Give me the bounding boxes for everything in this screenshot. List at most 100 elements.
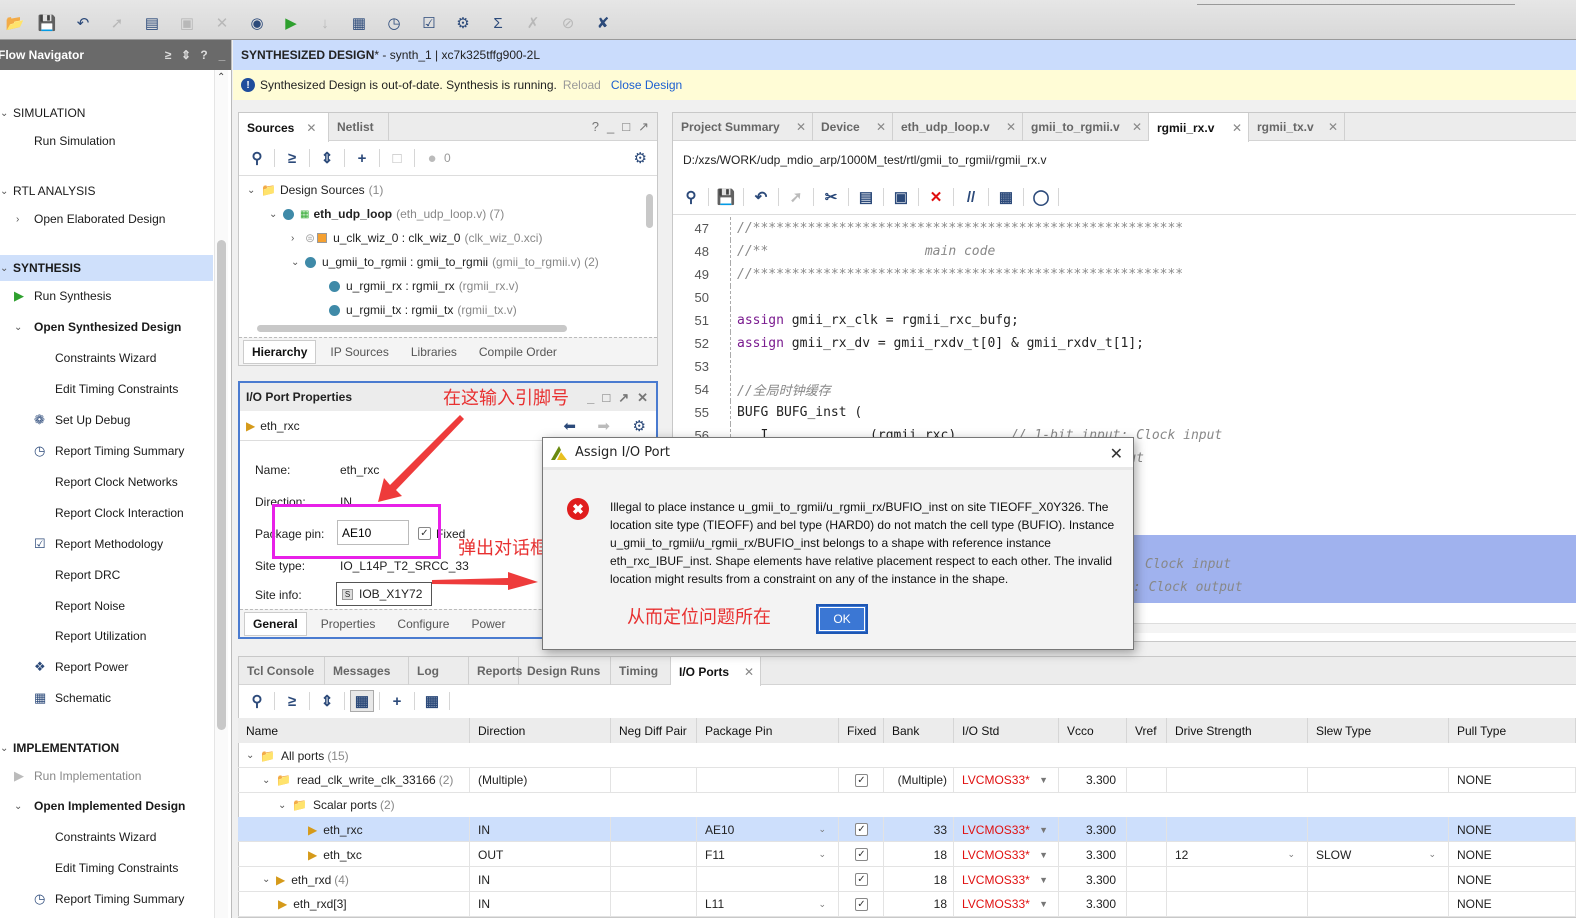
minimize-icon[interactable]: _ [607, 119, 614, 135]
paste-icon[interactable]: ▣ [889, 186, 913, 208]
table-row[interactable]: ⌄ 📁 Scalar ports (2) [238, 793, 1576, 818]
collapse-all-icon[interactable]: ≥ [159, 48, 177, 62]
collapse-all-icon[interactable]: ≥ [280, 690, 304, 712]
tree-node-design-sources[interactable]: ⌄ 📁 Design Sources (1) [247, 178, 383, 202]
tree-hscrollbar[interactable] [243, 323, 643, 335]
chevron-down-icon[interactable]: ⌄ [818, 849, 826, 860]
table-cell[interactable] [1167, 817, 1308, 843]
tab-gmii-to-rgmii-v[interactable]: gmii_to_rgmii.v ✕ [1023, 113, 1149, 141]
tab-configure[interactable]: Configure [389, 613, 457, 635]
column-header[interactable]: Pull Type [1449, 718, 1576, 743]
code-line[interactable]: 53 [673, 355, 1576, 378]
fold-gutter[interactable] [709, 401, 731, 424]
forward-icon[interactable]: ➡ [597, 417, 610, 435]
tab-device[interactable]: Device ✕ [813, 113, 893, 141]
tree-node-clk-wiz[interactable]: › ⊜ u_clk_wiz_0 : clk_wiz_0 (clk_wiz_0.xci) [291, 226, 542, 250]
sigma-icon[interactable]: Σ [487, 12, 509, 34]
column-header[interactable]: Direction [470, 718, 611, 743]
chevron-icon[interactable]: ⌄ [0, 263, 8, 274]
save-icon[interactable]: 💾 [714, 186, 738, 208]
flow-item-run-implementation[interactable]: ▶ Run Implementation [0, 763, 213, 789]
column-header[interactable]: Fixed [839, 718, 884, 743]
tab-messages[interactable]: Messages [325, 657, 409, 685]
float-icon[interactable]: ↗ [638, 119, 649, 135]
schematic-icon[interactable]: ▦ [420, 690, 444, 712]
expand-all-icon[interactable]: ⇕ [315, 690, 339, 712]
chevron-icon[interactable]: ⌄ [0, 108, 8, 119]
close-design-link[interactable]: Close Design [611, 78, 682, 92]
flow-item-edit-timing-constraints[interactable]: Edit Timing Constraints [0, 376, 213, 402]
table-cell[interactable] [697, 793, 839, 818]
fixed-checkbox[interactable]: ✓ [855, 823, 868, 837]
tree-node-eth-udp-loop[interactable]: ⌄ ▦ eth_udp_loop (eth_udp_loop.v) (7) [269, 202, 504, 226]
ok-button[interactable]: OK [816, 604, 868, 634]
fold-gutter[interactable] [709, 378, 731, 401]
column-header[interactable]: Neg Diff Pair [611, 718, 697, 743]
flow-item-report-clock-interaction[interactable]: Report Clock Interaction [0, 500, 213, 526]
disabled-tool-icon[interactable]: ✗ [522, 12, 544, 34]
tab-power[interactable]: Power [463, 613, 513, 635]
table-cell[interactable] [1308, 867, 1449, 892]
tab-project-summary[interactable]: Project Summary ✕ [673, 113, 813, 141]
column-header[interactable]: Vref [1127, 718, 1167, 743]
fold-gutter[interactable] [709, 240, 731, 263]
scroll-up-icon[interactable]: ⌃ [217, 72, 225, 83]
table-row[interactable]: ▶ eth_rxd[3] IN L11 ⌄ ✓ 18 LVCMOS33* ▼ 3.300 NONE [238, 891, 1576, 917]
table-cell[interactable]: LVCMOS33* ▼ [954, 842, 1059, 868]
tab-reports[interactable]: Reports [469, 657, 522, 685]
flow-item-open-implemented-design[interactable]: ⌄ Open Implemented Design [0, 793, 213, 819]
column-header[interactable]: Name [238, 718, 470, 743]
tab-timing[interactable]: Timing [611, 657, 671, 685]
table-cell[interactable] [1308, 743, 1449, 768]
fixed-checkbox[interactable]: ✓ [855, 873, 868, 886]
close-icon[interactable]: ✕ [637, 390, 648, 406]
table-cell[interactable] [954, 743, 1059, 768]
code-line[interactable]: 54 //全局时钟缓存 [673, 378, 1576, 401]
settings-icon[interactable]: ⚙ [634, 149, 647, 167]
table-row[interactable]: ⌄ 📁 All ports (15) [238, 743, 1576, 768]
tab-libraries[interactable]: Libraries [403, 341, 465, 363]
table-row[interactable]: ▶ eth_txc OUT F11 ⌄ ✓ 18 LVCMOS33* ▼ 3.300 12 ⌄ SLOW… [238, 842, 1576, 868]
close-icon[interactable]: ✕ [306, 121, 316, 135]
site-info-field[interactable]: S IOB_X1Y72 [336, 582, 432, 606]
unknown-file-icon[interactable]: □ [385, 147, 409, 169]
tab-rgmii-rx-v[interactable]: rgmii_rx.v ✕ [1149, 113, 1249, 142]
chevron-down-icon[interactable]: ⌄ [1287, 849, 1295, 860]
table-cell[interactable]: LVCMOS33* ▼ [954, 817, 1059, 843]
table-cell[interactable] [1167, 891, 1308, 917]
tab-sources[interactable]: Sources ✕ [239, 113, 329, 142]
fold-gutter[interactable] [709, 217, 731, 240]
minimize-icon[interactable]: _ [587, 390, 594, 406]
code-line[interactable]: 48 //** main code [673, 240, 1576, 263]
fixed-checkbox[interactable]: ✓ [855, 848, 868, 862]
scroll-thumb[interactable] [646, 194, 653, 228]
disabled-link-icon[interactable]: ⊘ [557, 12, 579, 34]
expand-icon[interactable]: ⇕ [177, 48, 195, 62]
comment-icon[interactable]: // [959, 186, 983, 208]
copy-icon[interactable]: ▤ [141, 12, 163, 34]
table-cell[interactable]: LVCMOS33* ▼ [954, 867, 1059, 892]
table-row[interactable]: ⌄ ▶ eth_rxd (4) IN ✓ 18 LVCMOS33* ▼ 3.300 NONE [238, 867, 1576, 892]
flow-item-constraints-wizard[interactable]: Constraints Wizard [0, 345, 213, 371]
fixed-checkbox[interactable]: ✓ [855, 773, 868, 787]
lightbulb-icon[interactable]: ◯ [1029, 186, 1053, 208]
fold-gutter[interactable] [709, 286, 731, 309]
flow-item-set-up-debug[interactable]: ❁ Set Up Debug [0, 407, 213, 433]
table-cell[interactable]: LVCMOS33* ▼ [954, 891, 1059, 917]
step-icon[interactable]: ↓ [314, 12, 336, 34]
table-cell[interactable] [697, 867, 839, 892]
column-icon[interactable]: ▦ [994, 186, 1018, 208]
tab-eth-udp-loop-v[interactable]: eth_udp_loop.v ✕ [893, 113, 1023, 141]
column-header[interactable]: I/O Std [954, 718, 1059, 743]
help-icon[interactable]: ? [592, 119, 599, 135]
table-cell[interactable]: ✓ [839, 817, 884, 843]
cut-icon[interactable]: ✂ [819, 186, 843, 208]
chevron-down-icon[interactable]: ⌄ [1428, 849, 1436, 860]
undo-icon[interactable]: ↶ [72, 12, 94, 34]
table-cell[interactable]: 12 ⌄ [1167, 842, 1308, 868]
code-line[interactable]: 47 //************************************… [673, 217, 1576, 240]
flow-navigator-scrollbar[interactable]: ⌃ [214, 70, 228, 918]
tree-node-gmii-to-rgmii[interactable]: ⌄ u_gmii_to_rgmii : gmii_to_rgmii (gmii_to… [291, 250, 599, 274]
flow-item-report-drc[interactable]: Report DRC [0, 562, 213, 588]
chevron-icon[interactable]: ⌄ [0, 743, 8, 754]
